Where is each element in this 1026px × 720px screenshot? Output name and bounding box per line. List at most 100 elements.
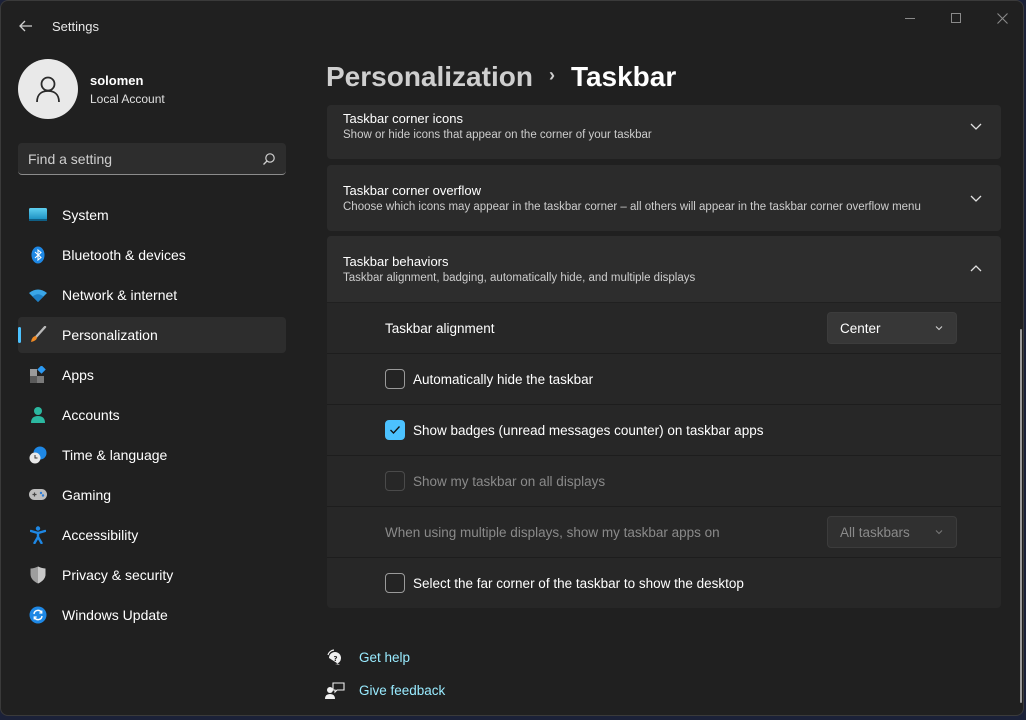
checkmark-icon: [390, 426, 400, 434]
all-displays-label: Show my taskbar on all displays: [413, 473, 606, 489]
card-description: Choose which icons may appear in the tas…: [343, 201, 921, 213]
sidebar-item-label: Windows Update: [62, 607, 168, 623]
sidebar-item-apps[interactable]: Apps: [18, 357, 286, 393]
svg-text:?: ?: [334, 655, 338, 663]
maximize-icon: [951, 13, 961, 23]
give-feedback-link[interactable]: Give feedback: [325, 674, 445, 707]
search-icon[interactable]: [262, 152, 276, 166]
minimize-button[interactable]: [887, 7, 933, 29]
card-description: Show or hide icons that appear on the co…: [343, 129, 652, 141]
auto-hide-row: Automatically hide the taskbar: [327, 354, 1001, 405]
page-title: Taskbar: [570, 61, 677, 92]
get-help-link[interactable]: ? Get help: [325, 641, 445, 674]
sidebar-item-bluetooth[interactable]: Bluetooth & devices: [18, 237, 286, 273]
far-corner-checkbox[interactable]: [385, 573, 405, 593]
search-input[interactable]: [28, 150, 262, 167]
sidebar-item-gaming[interactable]: Gaming: [18, 477, 286, 513]
sidebar-item-label: Gaming: [62, 487, 112, 503]
chevron-down-icon[interactable]: [969, 119, 983, 133]
badges-label[interactable]: Show badges (unread messages counter) on…: [413, 423, 763, 438]
sidebar-item-label: System: [62, 207, 109, 223]
gamepad-icon: [29, 486, 47, 504]
update-icon: [29, 606, 47, 624]
far-corner-row: Select the far corner of the taskbar to …: [327, 558, 1001, 608]
multi-display-apps-row: When using multiple displays, show my ta…: [327, 507, 1001, 558]
give-feedback-label[interactable]: Give feedback: [359, 683, 445, 698]
taskbar-alignment-row: Taskbar alignment Center: [327, 303, 1001, 354]
chevron-up-icon[interactable]: [969, 262, 983, 276]
get-help-label[interactable]: Get help: [359, 650, 410, 665]
person-icon: [36, 76, 60, 103]
auto-hide-checkbox[interactable]: [385, 369, 405, 389]
sidebar-item-label: Accounts: [62, 407, 120, 423]
close-button[interactable]: [979, 7, 1023, 29]
taskbar-alignment-dropdown[interactable]: Center: [827, 312, 957, 344]
bluetooth-icon: [29, 246, 47, 264]
feedback-icon: [325, 681, 345, 701]
sidebar-item-time-language[interactable]: Time & language: [18, 437, 286, 473]
taskbar-behaviors-panel: Taskbar alignment Center Automatically h…: [327, 303, 1001, 608]
minimize-icon: [905, 17, 915, 19]
chevron-down-icon: [935, 530, 943, 535]
far-corner-label[interactable]: Select the far corner of the taskbar to …: [413, 576, 744, 591]
sidebar-item-privacy-security[interactable]: Privacy & security: [18, 557, 286, 593]
badges-checkbox[interactable]: [385, 420, 405, 440]
arrow-left-icon: [19, 20, 32, 32]
scrollbar[interactable]: [1020, 329, 1022, 703]
sidebar-item-label: Network & internet: [62, 287, 178, 303]
sidebar-item-accounts[interactable]: Accounts: [18, 397, 286, 433]
sidebar-item-windows-update[interactable]: Windows Update: [18, 597, 286, 633]
card-description: Taskbar alignment, badging, automaticall…: [343, 272, 696, 284]
user-profile[interactable]: solomen Local Account: [18, 59, 165, 119]
avatar[interactable]: [18, 59, 78, 119]
search-box[interactable]: [18, 143, 286, 175]
profile-account-type: Local Account: [90, 91, 165, 106]
app-title: Settings: [52, 19, 99, 34]
sidebar-nav: System Bluetooth & devices Network & int…: [18, 197, 286, 637]
sidebar-item-personalization[interactable]: Personalization: [18, 317, 286, 353]
apps-icon: [29, 366, 47, 384]
auto-hide-label[interactable]: Automatically hide the taskbar: [413, 372, 593, 387]
card-title: Taskbar behaviors: [343, 254, 449, 269]
shield-icon: [29, 566, 47, 584]
sidebar-item-system[interactable]: System: [18, 197, 286, 233]
sidebar-item-label: Apps: [62, 367, 94, 383]
brush-icon: [29, 326, 47, 344]
person-icon: [29, 406, 47, 424]
sidebar-item-network[interactable]: Network & internet: [18, 277, 286, 313]
taskbar-corner-overflow-card[interactable]: Taskbar corner overflow Choose which ico…: [327, 165, 1001, 231]
accessibility-icon: [29, 526, 47, 544]
chevron-down-icon[interactable]: [969, 191, 983, 205]
card-title: Taskbar corner icons: [343, 111, 463, 126]
help-links: ? Get help Give feedback: [325, 641, 445, 707]
multi-display-apps-dropdown: All taskbars: [827, 516, 957, 548]
back-button[interactable]: [15, 15, 37, 37]
card-title: Taskbar corner overflow: [343, 183, 481, 198]
badges-row: Show badges (unread messages counter) on…: [327, 405, 1001, 456]
taskbar-corner-icons-card[interactable]: Taskbar corner icons Show or hide icons …: [327, 105, 1001, 159]
all-displays-row: Show my taskbar on all displays: [327, 456, 1001, 507]
profile-name: solomen: [90, 72, 144, 88]
taskbar-alignment-label: Taskbar alignment: [385, 320, 495, 336]
sidebar-item-label: Accessibility: [62, 527, 139, 543]
sidebar-item-label: Personalization: [62, 327, 158, 343]
chevron-down-icon: [935, 326, 943, 331]
sidebar-item-label: Time & language: [62, 447, 168, 463]
monitor-icon: [29, 206, 47, 224]
chevron-right-icon: ›: [548, 64, 555, 85]
breadcrumb-parent[interactable]: Personalization: [326, 61, 533, 93]
multi-display-apps-label: When using multiple displays, show my ta…: [385, 524, 720, 540]
dropdown-value: All taskbars: [840, 524, 910, 540]
settings-window: Settings solomen Local Account Find a se…: [0, 0, 1024, 716]
maximize-button[interactable]: [933, 7, 979, 29]
sidebar-item-label: Privacy & security: [62, 567, 174, 583]
help-chat-icon: ?: [325, 648, 345, 668]
sidebar-item-accessibility[interactable]: Accessibility: [18, 517, 286, 553]
dropdown-value: Center: [840, 320, 881, 336]
taskbar-behaviors-card[interactable]: Taskbar behaviors Taskbar alignment, bad…: [327, 236, 1001, 302]
breadcrumb: Personalization › Taskbar: [326, 61, 676, 93]
close-icon: [996, 12, 1008, 24]
wifi-icon: [29, 286, 47, 304]
title-bar: Settings: [1, 1, 1023, 51]
all-displays-checkbox: [385, 471, 405, 491]
